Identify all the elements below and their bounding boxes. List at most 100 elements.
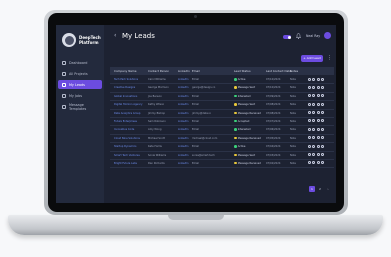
link-icon[interactable]	[312, 119, 316, 123]
page-button[interactable]: 1	[309, 186, 315, 192]
cell-email[interactable]: Email	[192, 78, 199, 81]
cell-company[interactable]: Cloud Nine Solutions	[114, 137, 140, 140]
edit-icon[interactable]	[316, 144, 320, 148]
cell-email[interactable]: sonia@smart.tech	[192, 154, 215, 157]
delete-icon[interactable]	[321, 153, 325, 157]
view-icon[interactable]	[308, 127, 311, 131]
cell-linkedin[interactable]: LinkedIn	[178, 137, 188, 140]
cell-linkedin[interactable]: LinkedIn	[178, 154, 188, 157]
column-header[interactable]: Company Name	[114, 69, 136, 73]
link-icon[interactable]	[312, 85, 316, 89]
cell-email[interactable]: Email	[192, 95, 199, 98]
cell-email[interactable]: george@design.co	[192, 86, 215, 89]
table-row[interactable]: Future Enterprises Sam Robinson LinkedIn Em…	[110, 118, 334, 127]
view-icon[interactable]	[308, 111, 311, 115]
delete-icon[interactable]	[321, 111, 325, 115]
column-header[interactable]: Contact Person	[148, 69, 169, 73]
view-icon[interactable]	[308, 161, 311, 165]
view-icon[interactable]	[308, 153, 311, 157]
table-row[interactable]: Tech Park Solutions Carol Williams LinkedI…	[110, 76, 334, 85]
cell-email[interactable]: jimmy@data.io	[192, 112, 211, 115]
column-header[interactable]: Lead Status	[234, 69, 251, 73]
cell-email[interactable]: michael@cloud.com	[192, 137, 217, 140]
column-header[interactable]: Last Contact Date	[266, 69, 291, 73]
more-options-icon[interactable]: ⋮	[327, 55, 332, 62]
cell-company[interactable]: Global Innovations	[114, 95, 137, 98]
link-icon[interactable]	[312, 111, 316, 115]
page-button[interactable]: ›	[325, 186, 331, 192]
table-row[interactable]: Digital Horizon Agency Kathy Wilson Linked…	[110, 101, 334, 110]
table-row[interactable]: Innovative Code Amy Wong LinkedIn Email Inte…	[110, 126, 334, 135]
column-header[interactable]: Email	[192, 69, 200, 73]
edit-icon[interactable]	[316, 85, 320, 89]
link-icon[interactable]	[312, 144, 316, 148]
sidebar-item-dashboard[interactable]: Dashboard	[58, 58, 102, 67]
link-icon[interactable]	[312, 161, 316, 165]
view-icon[interactable]	[308, 85, 311, 89]
cell-linkedin[interactable]: LinkedIn	[178, 86, 188, 89]
add-lead-button[interactable]: + Add Lead	[301, 55, 323, 62]
bell-icon[interactable]	[296, 33, 301, 39]
edit-icon[interactable]	[316, 161, 320, 165]
table-row[interactable]: Data Analytics Group Jimmy Bishop LinkedIn…	[110, 110, 334, 118]
delete-icon[interactable]	[321, 85, 325, 89]
cell-linkedin[interactable]: LinkedIn	[178, 162, 188, 165]
cell-company[interactable]: Smart Tech Ventures	[114, 154, 140, 157]
cell-company[interactable]: Future Enterprises	[114, 120, 137, 123]
cell-linkedin[interactable]: LinkedIn	[178, 128, 188, 131]
delete-icon[interactable]	[321, 119, 325, 123]
back-chevron-icon[interactable]: ‹	[114, 32, 116, 39]
cell-linkedin[interactable]: LinkedIn	[178, 145, 188, 148]
cell-company[interactable]: Bright Future Labs	[114, 162, 137, 165]
edit-icon[interactable]	[316, 111, 320, 115]
sidebar-item-my-leads[interactable]: My Leads	[58, 80, 102, 89]
delete-icon[interactable]	[321, 77, 325, 81]
cell-linkedin[interactable]: LinkedIn	[178, 103, 188, 106]
view-icon[interactable]	[308, 77, 311, 81]
cell-company[interactable]: Tech Park Solutions	[114, 78, 138, 81]
cell-company[interactable]: Data Analytics Group	[114, 112, 141, 115]
cell-company[interactable]: Digital Horizon Agency	[114, 103, 143, 106]
cell-email[interactable]: Email	[192, 128, 199, 131]
edit-icon[interactable]	[316, 136, 320, 140]
link-icon[interactable]	[312, 94, 316, 98]
link-icon[interactable]	[312, 136, 316, 140]
link-icon[interactable]	[312, 77, 316, 81]
table-row[interactable]: Smart Tech Ventures Sonia Williams LinkedI…	[110, 152, 334, 160]
cell-linkedin[interactable]: LinkedIn	[178, 112, 188, 115]
view-icon[interactable]	[308, 144, 311, 148]
table-row[interactable]: Global Innovations Joe Benson LinkedIn Emai…	[110, 93, 334, 102]
view-icon[interactable]	[308, 102, 311, 106]
cell-linkedin[interactable]: LinkedIn	[178, 78, 188, 81]
cell-email[interactable]: Email	[192, 120, 199, 123]
delete-icon[interactable]	[321, 127, 325, 131]
cell-company[interactable]: Innovative Code	[114, 128, 134, 131]
edit-icon[interactable]	[316, 102, 320, 106]
edit-icon[interactable]	[316, 119, 320, 123]
column-header[interactable]: Notes	[290, 69, 298, 73]
view-icon[interactable]	[308, 136, 311, 140]
delete-icon[interactable]	[321, 144, 325, 148]
theme-toggle[interactable]	[283, 35, 291, 39]
brand[interactable]: DeepTech Platform	[62, 33, 101, 47]
edit-icon[interactable]	[316, 77, 320, 81]
delete-icon[interactable]	[321, 161, 325, 165]
view-icon[interactable]	[308, 119, 311, 123]
view-icon[interactable]	[308, 94, 311, 98]
edit-icon[interactable]	[316, 153, 320, 157]
link-icon[interactable]	[312, 127, 316, 131]
sidebar-item-my-jobs[interactable]: My Jobs	[58, 91, 102, 100]
column-header[interactable]: LinkedIn	[178, 69, 190, 73]
edit-icon[interactable]	[316, 94, 320, 98]
sidebar-item-all-projects[interactable]: All Projects	[58, 69, 102, 78]
table-row[interactable]: Creative Designs George Morrison LinkedIn g…	[110, 84, 334, 93]
cell-linkedin[interactable]: LinkedIn	[178, 120, 188, 123]
cell-email[interactable]: Email	[192, 162, 199, 165]
avatar[interactable]	[324, 32, 331, 39]
table-row[interactable]: Cloud Nine Solutions Michael Scott LinkedI…	[110, 135, 334, 144]
cell-email[interactable]: Email	[192, 103, 199, 106]
cell-linkedin[interactable]: LinkedIn	[178, 95, 188, 98]
link-icon[interactable]	[312, 102, 316, 106]
table-row[interactable]: Startup Dynamics Kate Harris LinkedIn Email…	[110, 143, 334, 152]
cell-email[interactable]: Email	[192, 145, 199, 148]
